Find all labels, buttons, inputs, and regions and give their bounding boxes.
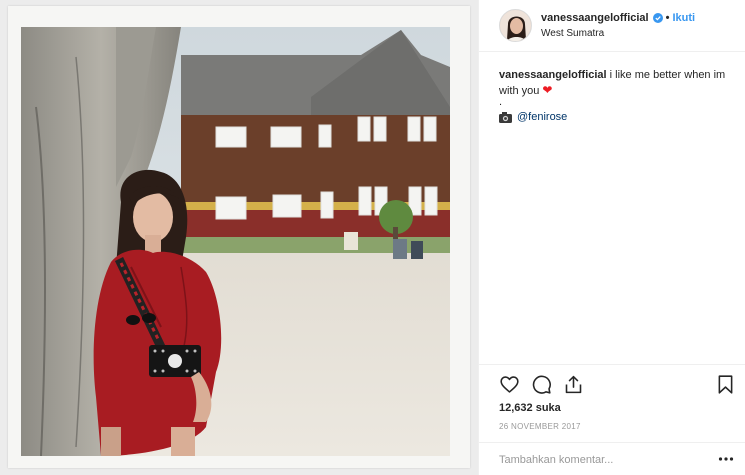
username-link[interactable]: vanessaangelofficial — [541, 12, 649, 24]
header-user-row: vanessaangelofficial • Ikuti — [541, 12, 695, 24]
post-media-pane — [0, 0, 478, 475]
comment-bar — [479, 442, 745, 475]
red-heart-emoji-icon: ❤ — [542, 83, 553, 97]
heart-icon[interactable] — [499, 374, 520, 395]
more-options-icon[interactable] — [718, 453, 734, 465]
separator-dot: • — [665, 12, 670, 24]
credit-mention-link[interactable]: @fenirose — [517, 111, 567, 123]
bookmark-icon[interactable] — [715, 374, 736, 395]
polaroid-frame — [8, 6, 470, 468]
comment-input[interactable] — [499, 452, 699, 468]
caption-dot: . — [499, 96, 503, 108]
post-header: vanessaangelofficial • Ikuti West Sumatr… — [479, 0, 745, 52]
camera-icon — [499, 111, 512, 123]
comment-icon[interactable] — [531, 374, 552, 395]
post-photo[interactable] — [21, 27, 450, 456]
post-caption: vanessaangelofficial i like me better wh… — [499, 68, 739, 99]
avatar-image — [500, 10, 531, 41]
post-actions: 12,632 suka 26 NOVEMBER 2017 — [479, 364, 745, 442]
share-icon[interactable] — [563, 374, 584, 395]
caption-username[interactable]: vanessaangelofficial — [499, 69, 607, 81]
likes-count[interactable]: 12,632 suka — [499, 402, 561, 414]
follow-button[interactable]: Ikuti — [672, 12, 695, 24]
location-link[interactable]: West Sumatra — [541, 28, 604, 39]
post-sidebar: vanessaangelofficial • Ikuti West Sumatr… — [478, 0, 745, 475]
verified-icon — [652, 13, 663, 23]
photo-credit: @fenirose — [499, 111, 567, 123]
post-date[interactable]: 26 NOVEMBER 2017 — [499, 422, 581, 431]
avatar[interactable] — [499, 9, 532, 42]
